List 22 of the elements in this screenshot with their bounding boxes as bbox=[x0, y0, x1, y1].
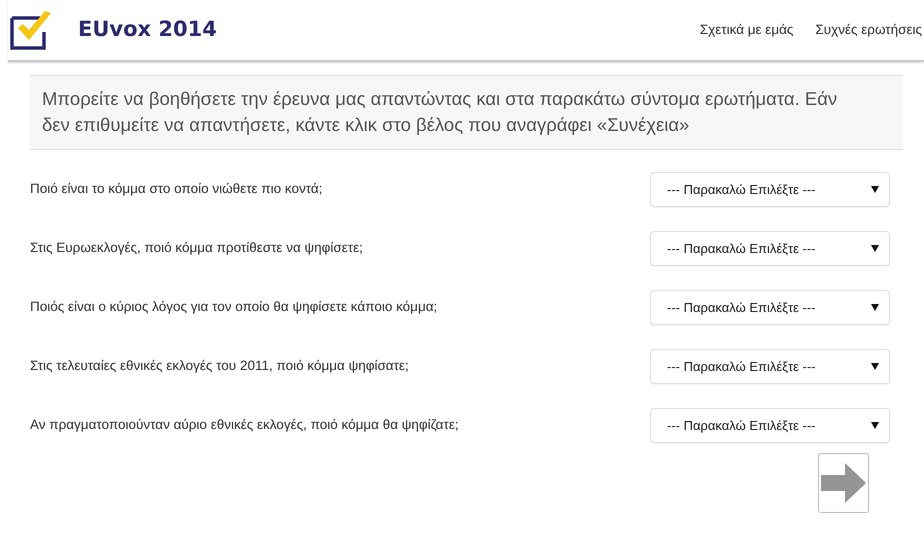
intro-text: Μπορείτε να βοηθήσετε την έρευνα μας απαντώντας και στα παρακάτω σύντομα ερωτήματα. Εάν δεν επιθυμείτε να απαντήσετε, κάντε κλικ στο βέλος που αναγράφει «Συνέχεια» bbox=[42, 87, 838, 137]
caret-icon bbox=[871, 245, 879, 252]
nav-link[interactable]: Σχετικά με εμάς bbox=[700, 20, 794, 40]
question-label: Στις Ευρωεκλογές, ποιό κόμμα προτίθεστε να ψηφίσετε; bbox=[30, 239, 363, 258]
next-button[interactable] bbox=[818, 453, 869, 514]
dropdown[interactable]: --- Παρακαλώ Επιλέξτε --- bbox=[650, 290, 890, 326]
question-label: Ποιό είναι το κόμμα στο οποίο νιώθετε πιο κοντά; bbox=[30, 180, 322, 198]
caret-icon bbox=[871, 422, 879, 430]
dropdown[interactable]: --- Παρακαλώ Επιλέξτε --- bbox=[650, 172, 890, 208]
nav-link[interactable]: Συχνές ερωτήσεις bbox=[815, 20, 922, 40]
question-label: Στις τελευταίες εθνικές εκλογές του 2011, ποιό κόμμα ψηφίσατε; bbox=[30, 357, 409, 376]
question-label: Αν πραγματοποιούνταν αύριο εθνικές εκλογές, ποιό κόμμα θα ψηφίζατε; bbox=[30, 416, 459, 434]
checkbox-logo-icon bbox=[10, 10, 54, 50]
dropdown[interactable]: --- Παρακαλώ Επιλέξτε --- bbox=[650, 349, 890, 384]
question-label: Ποιός είναι ο κύριος λόγος για τον οποίο θα ψηφίσετε κάποιο κόμμα; bbox=[30, 298, 438, 316]
caret-icon bbox=[871, 186, 879, 194]
right-arrow-icon bbox=[821, 463, 866, 504]
dropdown[interactable]: --- Παρακαλώ Επιλέξτε --- bbox=[650, 408, 890, 444]
site-title: EUvox 2014 bbox=[78, 16, 217, 44]
caret-icon bbox=[871, 304, 879, 312]
dropdown[interactable]: --- Παρακαλώ Επιλέξτε --- bbox=[650, 231, 890, 266]
caret-icon bbox=[871, 363, 879, 370]
